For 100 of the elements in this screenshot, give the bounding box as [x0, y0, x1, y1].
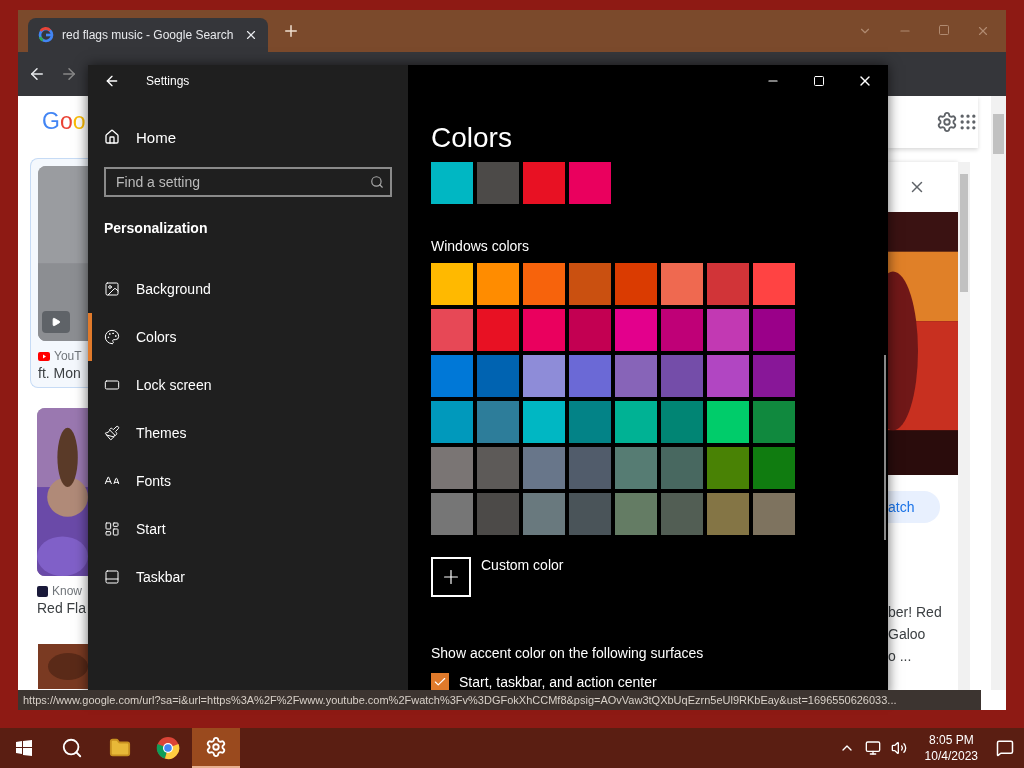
- color-swatch[interactable]: [569, 493, 611, 535]
- color-swatch[interactable]: [431, 447, 473, 489]
- scrollbar[interactable]: [958, 162, 970, 690]
- browser-tab[interactable]: red flags music - Google Search: [28, 18, 268, 52]
- color-swatch[interactable]: [523, 401, 565, 443]
- back-icon[interactable]: [104, 73, 120, 89]
- color-swatch[interactable]: [569, 309, 611, 351]
- volume-icon[interactable]: [890, 740, 907, 756]
- new-tab-icon[interactable]: [282, 22, 300, 40]
- nav-item[interactable]: Lock screen: [88, 361, 408, 409]
- search-field[interactable]: Find a setting: [104, 167, 392, 197]
- color-swatch[interactable]: [615, 263, 657, 305]
- watch-button[interactable]: atch: [888, 491, 940, 523]
- color-swatch[interactable]: [431, 162, 473, 204]
- source-name: Know: [52, 584, 83, 598]
- color-swatch[interactable]: [753, 447, 795, 489]
- color-swatch[interactable]: [615, 493, 657, 535]
- network-icon[interactable]: [864, 740, 881, 756]
- play-button[interactable]: [42, 311, 70, 333]
- scrollbar[interactable]: [884, 355, 886, 540]
- custom-color-button[interactable]: [431, 557, 471, 597]
- color-swatch[interactable]: [523, 263, 565, 305]
- color-swatch[interactable]: [523, 309, 565, 351]
- color-swatch[interactable]: [661, 493, 703, 535]
- clock[interactable]: 8:05 PM 10/4/2023: [916, 732, 986, 764]
- panel-text: o ...: [888, 647, 913, 666]
- nav-item[interactable]: Start: [88, 505, 408, 553]
- nav-item[interactable]: Themes: [88, 409, 408, 457]
- color-swatch[interactable]: [661, 447, 703, 489]
- search-icon[interactable]: [370, 175, 384, 189]
- color-swatch[interactable]: [615, 447, 657, 489]
- nav-item[interactable]: Colors: [88, 313, 408, 361]
- color-swatch[interactable]: [661, 401, 703, 443]
- nav-item[interactable]: Background: [88, 265, 408, 313]
- color-swatch[interactable]: [615, 401, 657, 443]
- color-swatch[interactable]: [431, 401, 473, 443]
- tab-title: red flags music - Google Search: [62, 28, 235, 42]
- color-swatch[interactable]: [477, 309, 519, 351]
- color-swatch[interactable]: [477, 263, 519, 305]
- color-swatch[interactable]: [431, 355, 473, 397]
- nav-item[interactable]: Home: [88, 117, 408, 157]
- nav-item[interactable]: Fonts: [88, 457, 408, 505]
- color-swatch[interactable]: [569, 355, 611, 397]
- color-swatch[interactable]: [615, 309, 657, 351]
- result-title[interactable]: ft. Mon: [38, 365, 88, 381]
- result-title[interactable]: Red Fla: [37, 600, 88, 616]
- windows-icon[interactable]: [16, 740, 32, 756]
- color-swatch[interactable]: [431, 263, 473, 305]
- color-swatch[interactable]: [477, 447, 519, 489]
- section-label: Show accent color on the following surfaces: [431, 645, 705, 661]
- color-swatch[interactable]: [707, 355, 749, 397]
- play-icon: [51, 317, 61, 327]
- color-swatch[interactable]: [569, 447, 611, 489]
- color-swatch[interactable]: [707, 401, 749, 443]
- panel-text: Galoo: [888, 625, 927, 644]
- color-swatch[interactable]: [523, 447, 565, 489]
- custom-color-label: Custom color: [481, 557, 564, 575]
- close-icon[interactable]: [244, 28, 258, 42]
- color-swatch[interactable]: [661, 263, 703, 305]
- status-url: https://www.google.com/url?sa=i&url=https%3A%2F%2Fwww.youtube.com%2Fwatch%3Fv%3DGFokXhCCMf8&psig=AOvVaw3tQXbUqEzrn5eUl9RKbEay&ust=1696550626033...: [18, 690, 981, 710]
- forward-icon[interactable]: [60, 65, 78, 83]
- color-swatch[interactable]: [753, 309, 795, 351]
- section-label: Windows colors: [431, 238, 531, 254]
- color-swatch[interactable]: [523, 493, 565, 535]
- settings-icon[interactable]: [936, 111, 958, 133]
- result-card[interactable]: YouT ft. Mon: [30, 158, 88, 388]
- search-icon[interactable]: [61, 737, 83, 759]
- color-swatch[interactable]: [707, 447, 749, 489]
- color-swatch[interactable]: [569, 263, 611, 305]
- color-swatch[interactable]: [753, 493, 795, 535]
- color-swatch[interactable]: [477, 493, 519, 535]
- color-swatch[interactable]: [523, 162, 565, 204]
- nav-item[interactable]: Taskbar: [88, 553, 408, 601]
- chrome-icon[interactable]: [156, 736, 180, 760]
- color-swatch[interactable]: [569, 162, 611, 204]
- color-swatch[interactable]: [569, 401, 611, 443]
- color-swatch[interactable]: [753, 401, 795, 443]
- taskbar-button[interactable]: [192, 728, 240, 768]
- color-swatch[interactable]: [753, 355, 795, 397]
- back-icon[interactable]: [28, 65, 46, 83]
- window-title: Settings: [146, 74, 190, 88]
- color-swatch[interactable]: [431, 493, 473, 535]
- tiles-icon: [104, 521, 120, 537]
- color-swatch[interactable]: [477, 355, 519, 397]
- scrollbar[interactable]: [991, 96, 1006, 690]
- checkbox[interactable]: [431, 673, 449, 691]
- color-swatch[interactable]: [615, 355, 657, 397]
- color-swatch[interactable]: [753, 263, 795, 305]
- color-swatch[interactable]: [661, 309, 703, 351]
- color-swatch[interactable]: [707, 263, 749, 305]
- apps-icon[interactable]: [958, 112, 978, 132]
- notification-icon[interactable]: [996, 739, 1014, 757]
- color-swatch[interactable]: [477, 162, 519, 204]
- color-swatch[interactable]: [707, 309, 749, 351]
- color-swatch[interactable]: [661, 355, 703, 397]
- color-swatch[interactable]: [523, 355, 565, 397]
- color-swatch[interactable]: [431, 309, 473, 351]
- color-swatch[interactable]: [477, 401, 519, 443]
- folder-icon[interactable]: [109, 737, 131, 759]
- color-swatch[interactable]: [707, 493, 749, 535]
